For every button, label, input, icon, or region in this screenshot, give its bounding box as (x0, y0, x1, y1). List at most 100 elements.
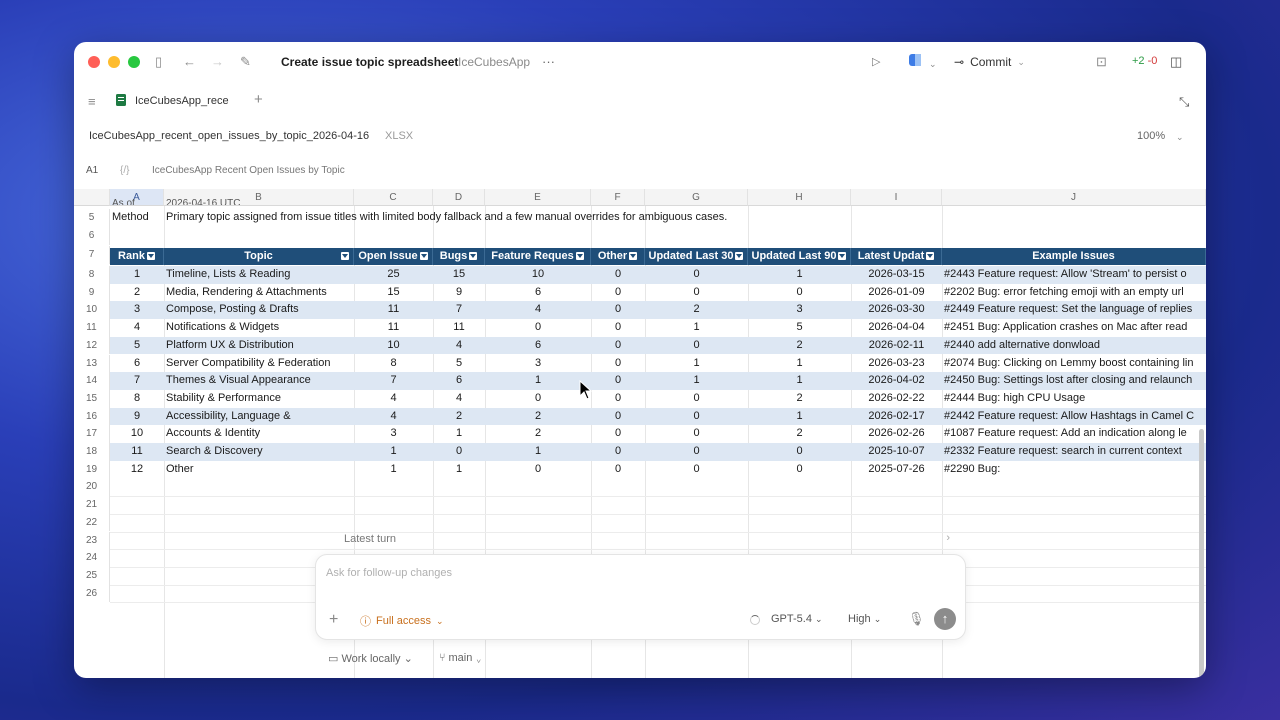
row-header[interactable]: 8 (74, 266, 110, 284)
cell-open[interactable]: 1 (354, 461, 433, 479)
cell-latest[interactable]: 2025-10-07 (851, 443, 942, 461)
cell-open[interactable]: 4 (354, 408, 433, 426)
cell-u30[interactable]: 1 (645, 355, 748, 373)
cell-u30[interactable]: 0 (645, 284, 748, 302)
column-header[interactable]: E (485, 189, 591, 206)
cell-feat[interactable]: 6 (485, 284, 591, 302)
cell-u90[interactable]: 3 (748, 301, 851, 319)
cell-latest[interactable]: 2026-04-02 (851, 372, 942, 390)
cell-feat[interactable]: 1 (485, 372, 591, 390)
row-header[interactable]: 22 (74, 513, 110, 532)
cell-example[interactable]: #2449 Feature request: Set the language … (944, 301, 1206, 319)
tab-file[interactable]: IceCubesApp_rece (135, 95, 229, 107)
cell-example[interactable]: #2451 Bug: Application crashes on Mac af… (944, 319, 1206, 337)
back-arrow-icon[interactable]: ← (183, 54, 196, 70)
cell-other[interactable]: 0 (591, 319, 645, 337)
cell-other[interactable]: 0 (591, 301, 645, 319)
cell-feat[interactable]: 1 (485, 443, 591, 461)
cell-u30[interactable]: 0 (645, 266, 748, 284)
row-header[interactable]: 15 (74, 389, 110, 408)
cell-rank[interactable]: 6 (110, 355, 164, 373)
cell-bugs[interactable]: 9 (433, 284, 485, 302)
minimize-window-button[interactable] (108, 56, 120, 68)
cell-rank[interactable]: 7 (110, 372, 164, 390)
cell-other[interactable]: 0 (591, 284, 645, 302)
cell-other[interactable]: 0 (591, 372, 645, 390)
cell-topic[interactable]: Server Compatibility & Federation (166, 355, 352, 373)
cell-u90[interactable]: 1 (748, 408, 851, 426)
cell-u30[interactable]: 1 (645, 319, 748, 337)
header-updated-30[interactable]: Updated Last 30 (645, 248, 748, 265)
column-header[interactable]: J (942, 189, 1206, 206)
row-header[interactable]: 13 (74, 354, 110, 373)
cell-example[interactable]: #2442 Feature request: Allow Hashtags in… (944, 408, 1206, 426)
method-text[interactable]: Primary topic assigned from issue titles… (166, 209, 926, 227)
cell-example[interactable]: #1087 Feature request: Add an indication… (944, 425, 1206, 443)
cell-rank[interactable]: 4 (110, 319, 164, 337)
cell-example[interactable]: #2444 Bug: high CPU Usage (944, 390, 1206, 408)
header-example-issues[interactable]: Example Issues (942, 248, 1206, 265)
collapse-icon[interactable]: ⤡ (1179, 94, 1189, 110)
list-icon[interactable]: ≡ (88, 94, 96, 110)
column-header[interactable]: H (748, 189, 851, 206)
cell-u90[interactable]: 2 (748, 337, 851, 355)
cell-latest[interactable]: 2026-02-26 (851, 425, 942, 443)
header-updated-90[interactable]: Updated Last 90 (748, 248, 851, 265)
cell-u90[interactable]: 1 (748, 372, 851, 390)
latest-turn-bar[interactable]: Latest turn › (316, 529, 966, 549)
method-label[interactable]: Method (112, 209, 149, 227)
cell-rank[interactable]: 9 (110, 408, 164, 426)
cell-rank[interactable]: 3 (110, 301, 164, 319)
cell-bugs[interactable]: 5 (433, 355, 485, 373)
cell-example[interactable]: #2202 Bug: error fetching emoji with an … (944, 284, 1206, 302)
work-locally-dropdown[interactable]: ▭ Work locally ⌄ (328, 652, 413, 665)
cell-feat[interactable]: 10 (485, 266, 591, 284)
cell-topic[interactable]: Search & Discovery (166, 443, 352, 461)
chevron-down-icon[interactable]: ⌄ (929, 56, 937, 72)
diff-stat[interactable]: +2 -0 (1132, 55, 1157, 67)
cell-topic[interactable]: Media, Rendering & Attachments (166, 284, 352, 302)
cell-other[interactable]: 0 (591, 355, 645, 373)
column-header[interactable]: G (645, 189, 748, 206)
cell-latest[interactable]: 2026-02-11 (851, 337, 942, 355)
commit-button[interactable]: ⊸ Commit ⌄ (954, 52, 1025, 72)
new-chat-icon[interactable]: ✎ (240, 54, 251, 70)
cell-topic[interactable]: Compose, Posting & Drafts (166, 301, 352, 319)
cell-u90[interactable]: 0 (748, 461, 851, 479)
cell-bugs[interactable]: 2 (433, 408, 485, 426)
column-header[interactable]: I (851, 189, 942, 206)
cell-rank[interactable]: 12 (110, 461, 164, 479)
header-feature-requests[interactable]: Feature Reques (485, 248, 591, 265)
row-header[interactable]: 21 (74, 496, 110, 514)
cell-feat[interactable]: 6 (485, 337, 591, 355)
cell-topic[interactable]: Stability & Performance (166, 390, 352, 408)
cell-latest[interactable]: 2026-03-23 (851, 355, 942, 373)
cell-other[interactable]: 0 (591, 337, 645, 355)
cell-open[interactable]: 10 (354, 337, 433, 355)
cell-u90[interactable]: 1 (748, 355, 851, 373)
add-attachment-icon[interactable]: + (329, 611, 338, 629)
cell-open[interactable]: 11 (354, 319, 433, 337)
cell-latest[interactable]: 2026-01-09 (851, 284, 942, 302)
row-header[interactable]: 14 (74, 372, 110, 390)
row-header[interactable]: 23 (74, 531, 110, 550)
cell-bugs[interactable]: 1 (433, 425, 485, 443)
cell-latest[interactable]: 2026-02-17 (851, 408, 942, 426)
cell-other[interactable]: 0 (591, 425, 645, 443)
cell-u90[interactable]: 2 (748, 425, 851, 443)
row-header[interactable]: 10 (74, 301, 110, 320)
cell-other[interactable]: 0 (591, 266, 645, 284)
cell-latest[interactable]: 2026-03-30 (851, 301, 942, 319)
cell-u30[interactable]: 0 (645, 337, 748, 355)
cell-u90[interactable]: 5 (748, 319, 851, 337)
row-header[interactable]: 9 (74, 283, 110, 302)
cell-bugs[interactable]: 6 (433, 372, 485, 390)
cell-topic[interactable]: Platform UX & Distribution (166, 337, 352, 355)
cell-u90[interactable]: 0 (748, 284, 851, 302)
cell-u30[interactable]: 1 (645, 372, 748, 390)
header-open-issues[interactable]: Open Issue (354, 248, 433, 265)
model-dropdown[interactable]: GPT-5.4 ⌄ (771, 613, 823, 625)
cell-open[interactable]: 3 (354, 425, 433, 443)
cell-other[interactable]: 0 (591, 390, 645, 408)
cell-u90[interactable]: 0 (748, 443, 851, 461)
